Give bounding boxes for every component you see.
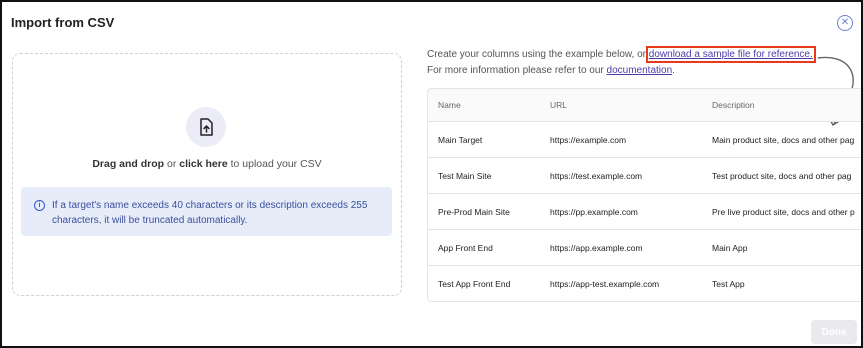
cell-name: Test App Front End: [428, 265, 540, 301]
cell-description: Test App: [702, 265, 861, 301]
cell-description: Test product site, docs and other pag: [702, 157, 861, 194]
upload-file-icon: [186, 107, 226, 147]
cell-description: Main product site, docs and other pag: [702, 121, 861, 158]
upload-tail-text: to upload your CSV: [227, 158, 322, 170]
or-text: or: [164, 158, 180, 170]
table-row: Pre-Prod Main Site https://pp.example.co…: [428, 193, 861, 230]
cell-url: https://example.com: [540, 121, 702, 158]
table-header-row: Name URL Description: [428, 89, 861, 122]
dropzone-instructions: Drag and drop or click here to upload yo…: [13, 158, 401, 170]
close-icon: ✕: [840, 17, 850, 28]
csv-dropzone[interactable]: Drag and drop or click here to upload yo…: [12, 53, 402, 296]
download-sample-link[interactable]: download a sample file for reference.: [645, 46, 816, 63]
header-url: URL: [540, 89, 702, 122]
close-button[interactable]: ✕: [837, 15, 853, 31]
info-icon: i: [34, 200, 45, 211]
click-here-link[interactable]: click here: [179, 158, 227, 170]
header-description: Description: [702, 89, 861, 122]
cell-description: Main App: [702, 229, 861, 266]
documentation-link[interactable]: documentation: [607, 65, 673, 76]
table-row: App Front End https://app.example.com Ma…: [428, 229, 861, 266]
drag-drop-label: Drag and drop: [92, 158, 165, 170]
help-text: Create your columns using the example be…: [427, 46, 847, 79]
cell-name: Main Target: [428, 121, 540, 158]
cell-description: Pre live product site, docs and other p: [702, 193, 861, 230]
cell-name: Test Main Site: [428, 157, 540, 194]
cell-url: https://pp.example.com: [540, 193, 702, 230]
table-row: Test App Front End https://app-test.exam…: [428, 265, 861, 301]
cell-url: https://app.example.com: [540, 229, 702, 266]
cell-name: Pre-Prod Main Site: [428, 193, 540, 230]
help-line2: For more information please refer to our: [427, 65, 607, 76]
truncation-info-banner: i If a target's name exceeds 40 characte…: [21, 187, 392, 236]
import-dialog: Import from CSV ✕ Drag and drop or click…: [0, 0, 863, 348]
dialog-title: Import from CSV: [11, 15, 115, 30]
table-row: Test Main Site https://test.example.com …: [428, 157, 861, 194]
info-text: If a target's name exceeds 40 characters…: [52, 200, 368, 226]
help-line2-suffix: .: [672, 65, 675, 76]
table-row: Main Target https://example.com Main pro…: [428, 121, 861, 158]
cell-name: App Front End: [428, 229, 540, 266]
done-button[interactable]: Done: [811, 320, 857, 344]
header-name: Name: [428, 89, 540, 122]
help-line1: Create your columns using the example be…: [427, 49, 649, 60]
cell-url: https://app-test.example.com: [540, 265, 702, 301]
cell-url: https://test.example.com: [540, 157, 702, 194]
sample-table: Name URL Description Main Target https:/…: [427, 88, 861, 302]
